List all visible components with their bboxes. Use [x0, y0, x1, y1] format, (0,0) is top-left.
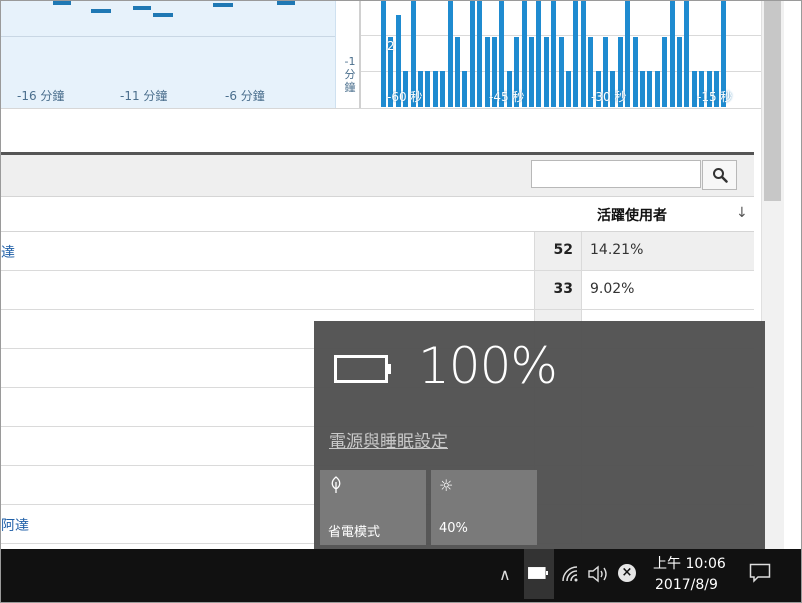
- search-input[interactable]: [531, 160, 701, 188]
- count-cell: 52: [534, 232, 582, 270]
- clock-date[interactable]: 2017/8/9: [655, 577, 718, 593]
- second-bar: [536, 1, 542, 107]
- second-bar: [580, 1, 586, 107]
- second-bar: [462, 71, 468, 107]
- second-bar: [477, 1, 483, 107]
- second-tick-label: -60 秒: [387, 90, 423, 104]
- tile-label: 40%: [439, 521, 468, 536]
- table-toolbar: [1, 155, 754, 197]
- second-bar: [669, 1, 675, 107]
- wifi-icon[interactable]: [561, 565, 581, 583]
- second-bar: [529, 37, 534, 107]
- second-bar: [447, 1, 453, 107]
- volume-icon[interactable]: [587, 565, 609, 583]
- second-bar: [440, 71, 446, 107]
- power-sleep-settings-link[interactable]: 電源與睡眠設定: [329, 427, 448, 452]
- second-bar: [381, 1, 386, 107]
- close-circle-icon[interactable]: ×: [618, 564, 636, 582]
- row-percent: 9.02%: [590, 281, 635, 297]
- row-name-link[interactable]: 阿達: [1, 515, 29, 535]
- second-value-label: 2: [387, 39, 395, 53]
- minute-edge-text: -1 分 鐘: [344, 55, 356, 94]
- table-row: 達 52 14.21%: [1, 232, 754, 271]
- second-bar: [573, 1, 579, 107]
- brightness-icon: ☼: [439, 476, 454, 495]
- minute-bar: [277, 1, 295, 5]
- row-count: 52: [553, 242, 573, 258]
- second-bar: [654, 71, 660, 107]
- active-users-header[interactable]: 活躍使用者: [597, 205, 667, 225]
- row-count: 33: [553, 281, 573, 297]
- minute-bar: [53, 1, 71, 5]
- minute-bar: [133, 6, 151, 10]
- second-tick-label: -30 秒: [591, 90, 627, 104]
- count-cell: 33: [534, 271, 582, 309]
- search-button[interactable]: [702, 160, 737, 190]
- minute-bar: [213, 3, 233, 7]
- battery-icon: [528, 567, 548, 579]
- table-row: 33 9.02%: [1, 271, 754, 310]
- taskbar: ∧ × 上午 10:06 2017/8/9: [1, 549, 801, 602]
- per-minute-chart: -16 分鐘 -11 分鐘 -6 分鐘: [1, 1, 336, 109]
- row-name-link[interactable]: 達: [1, 242, 15, 262]
- second-bar: [677, 37, 682, 107]
- tile-label: 省電模式: [328, 525, 381, 540]
- minute-tick-label: -6 分鐘: [225, 89, 265, 103]
- row-percent: 14.21%: [590, 242, 644, 258]
- second-tick-label: -15 秒: [697, 90, 733, 104]
- second-bar: [640, 71, 645, 107]
- action-center-icon[interactable]: [749, 563, 771, 583]
- minute-bar: [91, 9, 111, 13]
- second-bar: [558, 37, 564, 107]
- second-bar: [684, 1, 690, 107]
- second-bar: [551, 1, 557, 107]
- realtime-charts: -16 分鐘 -11 分鐘 -6 分鐘 -1 分 鐘 2 -60 秒 -45 秒…: [1, 1, 761, 109]
- second-bar: [425, 71, 431, 107]
- minute-bar: [153, 13, 173, 17]
- chart-divider: [1, 108, 761, 109]
- search-icon: [712, 168, 728, 183]
- second-bar: [469, 1, 475, 107]
- clock-time[interactable]: 上午 10:06: [653, 553, 726, 573]
- battery-flyout: 100% 電源與睡眠設定 省電模式 ☼ 40%: [314, 321, 765, 549]
- table-header: 活躍使用者 ↓: [1, 197, 754, 232]
- sort-down-icon[interactable]: ↓: [736, 205, 748, 221]
- second-bar: [566, 71, 571, 107]
- minute-tick-label: -16 分鐘: [17, 89, 65, 103]
- minute-tick-label: -11 分鐘: [120, 89, 168, 103]
- battery-tray-button[interactable]: [524, 549, 554, 599]
- chevron-up-icon[interactable]: ∧: [499, 565, 511, 584]
- battery-percent: 100%: [418, 337, 558, 395]
- battery-full-icon: [334, 355, 391, 383]
- analytics-window: -16 分鐘 -11 分鐘 -6 分鐘 -1 分 鐘 2 -60 秒 -45 秒…: [0, 0, 802, 603]
- second-tick-label: -45 秒: [489, 90, 525, 104]
- per-second-chart: 2 -60 秒 -45 秒 -30 秒 -15 秒: [359, 1, 761, 109]
- chart-gridline: [361, 35, 761, 36]
- scrollbar-thumb[interactable]: [764, 1, 781, 201]
- minute-edge-label: -1 分 鐘: [341, 55, 359, 94]
- leaf-icon: [328, 476, 344, 498]
- second-bar: [647, 71, 653, 107]
- chart-gridline: [1, 36, 335, 37]
- second-bar: [632, 37, 638, 107]
- second-bar: [455, 37, 460, 107]
- second-bar: [662, 37, 668, 107]
- battery-saver-tile[interactable]: 省電模式: [320, 470, 426, 545]
- second-bar: [432, 71, 438, 107]
- brightness-tile[interactable]: ☼ 40%: [431, 470, 537, 545]
- second-bar: [543, 37, 549, 107]
